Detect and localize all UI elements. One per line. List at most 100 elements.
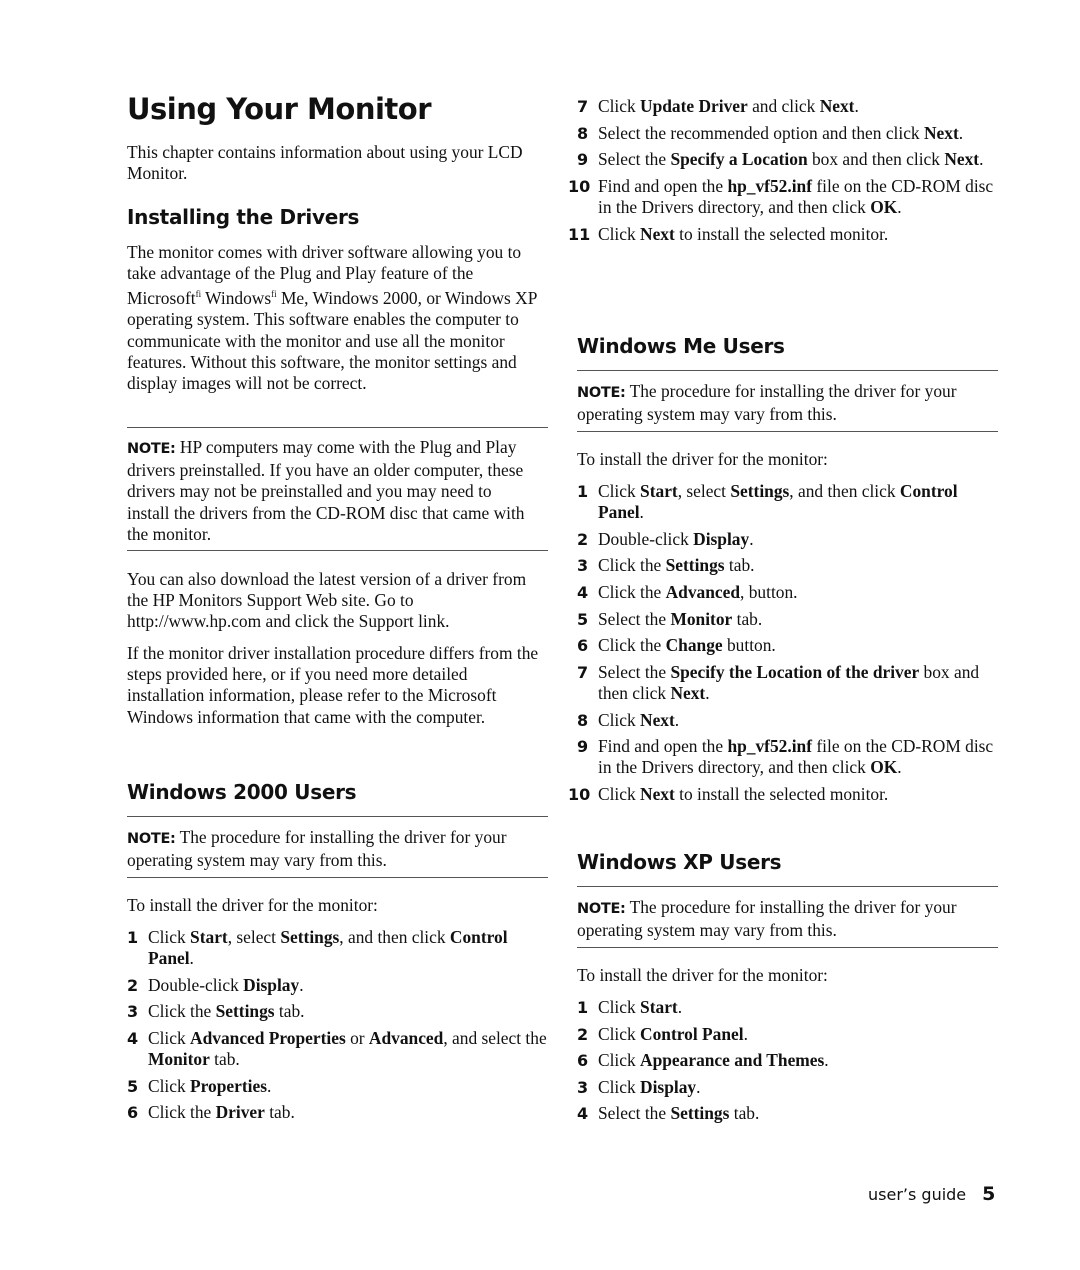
step-text: .	[299, 974, 304, 995]
ui-term: Start	[640, 997, 678, 1017]
step-number: 8	[577, 710, 589, 730]
step-item: 10 Find and open the hp_vf52.inf file on …	[568, 175, 998, 218]
step-text: tab.	[274, 1001, 305, 1022]
step-text: .	[897, 757, 902, 778]
winme-lead: To install the driver for the monitor:	[577, 449, 828, 469]
winxp-steps: 1 Click Start. 2 Click Control Panel. 6 Click…	[577, 997, 998, 1130]
step-item: 8 Click Next.	[577, 710, 998, 731]
step-text: tab.	[209, 1049, 240, 1070]
step-item: 7 Select the Specify the Location of the …	[577, 662, 998, 704]
step-item: 2 Double-click Display.	[127, 975, 548, 996]
ui-term: Driver	[215, 1102, 265, 1123]
step-text: .	[854, 96, 859, 116]
step-text: box and then click	[807, 149, 945, 170]
step-text: Click the	[598, 581, 666, 602]
differs-paragraph: If the monitor driver installation proce…	[127, 643, 539, 727]
step-item: 5 Select the Monitor tab.	[577, 609, 998, 630]
step-number: 4	[127, 1028, 139, 1048]
step-text: , and select the	[443, 1027, 547, 1048]
installing-drivers-body: The monitor comes with driver software a…	[127, 242, 537, 394]
ui-term: Display	[243, 974, 300, 995]
step-text: .	[677, 997, 683, 1017]
step-number: 7	[577, 662, 589, 682]
step-text: to install the selected monitor.	[674, 783, 889, 804]
step-text: , and then click	[789, 481, 900, 501]
step-item: 4 Click the Advanced, button.	[577, 582, 998, 603]
step-item: 1 Click Start.	[577, 997, 998, 1018]
win2000-note: NOTE: The procedure for installing the d…	[127, 827, 507, 871]
step-number: 4	[577, 582, 589, 602]
step-text: , button.	[740, 581, 798, 602]
ui-term: Specify a Location	[670, 149, 808, 170]
ui-term: OK	[870, 757, 898, 778]
step-number: 5	[127, 1076, 139, 1096]
step-item: 11 Click Next to install the selected mon…	[568, 223, 998, 245]
step-number: 2	[127, 975, 139, 995]
step-text: Find and open the	[598, 175, 728, 196]
step-text: .	[749, 528, 754, 549]
step-item: 8 Select the recommended option and then …	[577, 123, 998, 144]
step-number: 1	[577, 482, 589, 501]
note-label: NOTE:	[127, 441, 176, 457]
step-text: Click	[598, 1023, 641, 1044]
step-item: 1 Click Start, select Settings, and then …	[127, 927, 548, 969]
step-text: .	[958, 122, 964, 143]
download-paragraph: You can also download the latest version…	[127, 569, 527, 632]
step-text: Click	[148, 1075, 191, 1096]
step-text: tab.	[264, 1102, 295, 1123]
step-text: Select the	[598, 608, 671, 629]
ui-term: Advanced Properties	[190, 1027, 346, 1048]
step-item: 10 Click Next to install the selected mon…	[568, 783, 998, 805]
ui-term: Advanced	[368, 1027, 444, 1048]
winme-rule-top	[577, 370, 998, 371]
ui-term: Control Panel	[640, 1023, 744, 1044]
step-text: , and then click	[339, 927, 450, 947]
ui-term: Next	[640, 783, 675, 804]
ui-term: Properties	[190, 1075, 267, 1096]
step-text: Click the	[148, 1102, 216, 1123]
step-text: Click the	[598, 635, 666, 656]
step-text: .	[266, 1075, 272, 1096]
windows-2000-heading: Windows 2000 Users	[127, 780, 357, 804]
step-text: Click	[598, 1050, 641, 1071]
win2000-rule-top	[127, 816, 548, 817]
ui-term: Start	[190, 927, 228, 947]
step-text: Click	[598, 96, 641, 116]
step-text: Click	[598, 709, 641, 730]
windows-me-heading: Windows Me Users	[577, 334, 785, 358]
step-text: Select the	[598, 1103, 671, 1124]
ui-term: Next	[640, 223, 675, 244]
win2000-steps-continued: 7 Click Update Driver and click Next. 8 Sel…	[568, 96, 998, 250]
note-rule-bottom	[127, 550, 548, 551]
winme-rule-bottom	[577, 431, 998, 432]
step-number: 10	[568, 784, 591, 804]
step-text: to install the selected monitor.	[674, 223, 889, 244]
ui-term: Appearance and Themes	[640, 1050, 825, 1071]
step-number: 8	[577, 123, 589, 143]
registered-mark: fi	[271, 289, 277, 300]
step-number: 7	[577, 97, 589, 116]
step-text: Click	[598, 481, 641, 501]
step-number: 4	[577, 1104, 589, 1124]
note-label: NOTE:	[577, 385, 626, 401]
step-text: Select the recommended option and then c…	[598, 122, 924, 143]
step-item: 9 Find and open the hp_vf52.inf file on t…	[577, 736, 998, 778]
ui-term: Start	[640, 481, 678, 501]
step-number: 3	[577, 556, 589, 576]
intro-paragraph: This chapter contains information about …	[127, 142, 523, 184]
step-number: 1	[127, 928, 139, 947]
step-number: 2	[577, 1024, 589, 1044]
step-text: Click	[598, 783, 641, 804]
step-text: or	[345, 1027, 369, 1048]
step-item: 5 Click Properties.	[127, 1076, 548, 1097]
page-number: 5	[982, 1183, 996, 1205]
step-item: 7 Click Update Driver and click Next.	[577, 96, 998, 117]
step-text: Select the	[598, 661, 671, 682]
step-text: Select the	[598, 149, 671, 170]
winme-steps: 1 Click Start, select Settings, and then …	[568, 481, 998, 811]
registered-mark: fi	[195, 289, 202, 300]
ui-term: Monitor	[670, 608, 733, 629]
winxp-rule-top	[577, 886, 998, 887]
ui-term: Next	[944, 149, 980, 170]
note-label: NOTE:	[577, 901, 626, 917]
